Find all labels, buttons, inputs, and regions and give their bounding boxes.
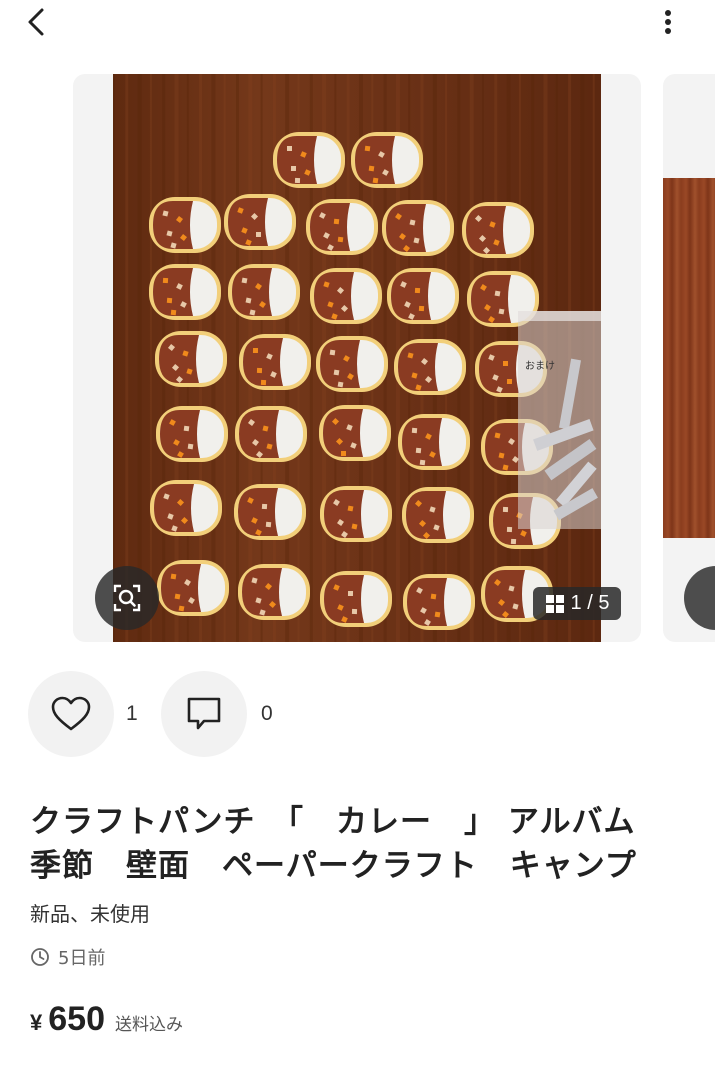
curry-plate-piece <box>462 202 534 258</box>
zoom-search-icon <box>113 584 141 612</box>
comment-count: 0 <box>261 702 273 725</box>
curry-plate-piece <box>228 264 300 320</box>
heart-icon <box>51 696 91 731</box>
curry-plate-piece <box>150 480 222 536</box>
clock-icon <box>31 948 49 966</box>
curry-plate-piece <box>382 200 454 256</box>
curry-plate-piece <box>238 564 310 620</box>
item-price: 650 <box>48 1000 105 1038</box>
item-title-line-2: 季節 壁面 ペーパークラフト キャンプ <box>30 848 637 884</box>
comment-icon <box>187 697 221 730</box>
curry-plate-piece <box>235 406 307 462</box>
curry-plate-piece <box>320 571 392 627</box>
back-button[interactable] <box>22 6 52 38</box>
curry-plate-piece <box>306 199 378 255</box>
zip-bag: おまけ <box>518 311 601 529</box>
item-condition: 新品、未使用 <box>30 902 150 926</box>
chevron-left-icon <box>28 8 44 36</box>
curry-plate-piece <box>394 339 466 395</box>
next-photo <box>663 178 715 538</box>
vertical-dots-icon <box>665 10 671 34</box>
curry-plate-piece <box>224 194 296 250</box>
curry-plate-piece <box>402 487 474 543</box>
product-photo: おまけ <box>113 74 601 642</box>
shipping-label: 送料込み <box>114 1015 183 1035</box>
curry-plate-piece <box>149 197 221 253</box>
curry-plate-piece <box>320 486 392 542</box>
curry-plate-piece <box>155 331 227 387</box>
image-counter-text: 1 / 5 <box>570 592 610 614</box>
curry-plate-piece <box>156 406 228 462</box>
curry-plate-piece <box>149 264 221 320</box>
image-counter: 1 / 5 <box>533 587 621 620</box>
curry-plate-piece <box>234 484 306 540</box>
posted-time-row: 5日前 <box>30 944 105 970</box>
curry-plate-piece <box>351 132 423 188</box>
item-title-line-1: クラフトパンチ 「 カレー 」 アルバム <box>30 804 636 840</box>
zoom-button[interactable] <box>95 566 159 630</box>
like-count: 1 <box>126 702 138 725</box>
more-options-button[interactable] <box>654 6 682 38</box>
price-row: ¥ 650 送料込み <box>30 1000 183 1039</box>
curry-plate-piece <box>239 334 311 390</box>
curry-plate-piece <box>310 268 382 324</box>
grid-icon <box>545 594 564 613</box>
curry-plate-piece <box>403 574 475 630</box>
currency-symbol: ¥ <box>30 1010 43 1035</box>
posted-time: 5日前 <box>58 948 106 969</box>
top-bar <box>0 0 715 48</box>
curry-plate-piece <box>387 268 459 324</box>
product-image-slide[interactable]: おまけ <box>73 74 641 642</box>
curry-plate-piece <box>157 560 229 616</box>
image-carousel[interactable]: おまけ <box>0 74 715 642</box>
like-button[interactable] <box>28 671 114 757</box>
item-title: クラフトパンチ 「 カレー 」 アルバム 季節 壁面 ペーパークラフト キャンプ <box>30 800 690 888</box>
svg-text:おまけ: おまけ <box>525 360 555 372</box>
comment-button[interactable] <box>161 671 247 757</box>
curry-plate-piece <box>319 405 391 461</box>
curry-plate-piece <box>273 132 345 188</box>
curry-plate-piece <box>316 336 388 392</box>
curry-plate-piece <box>398 414 470 470</box>
next-image-slide[interactable] <box>663 74 715 642</box>
